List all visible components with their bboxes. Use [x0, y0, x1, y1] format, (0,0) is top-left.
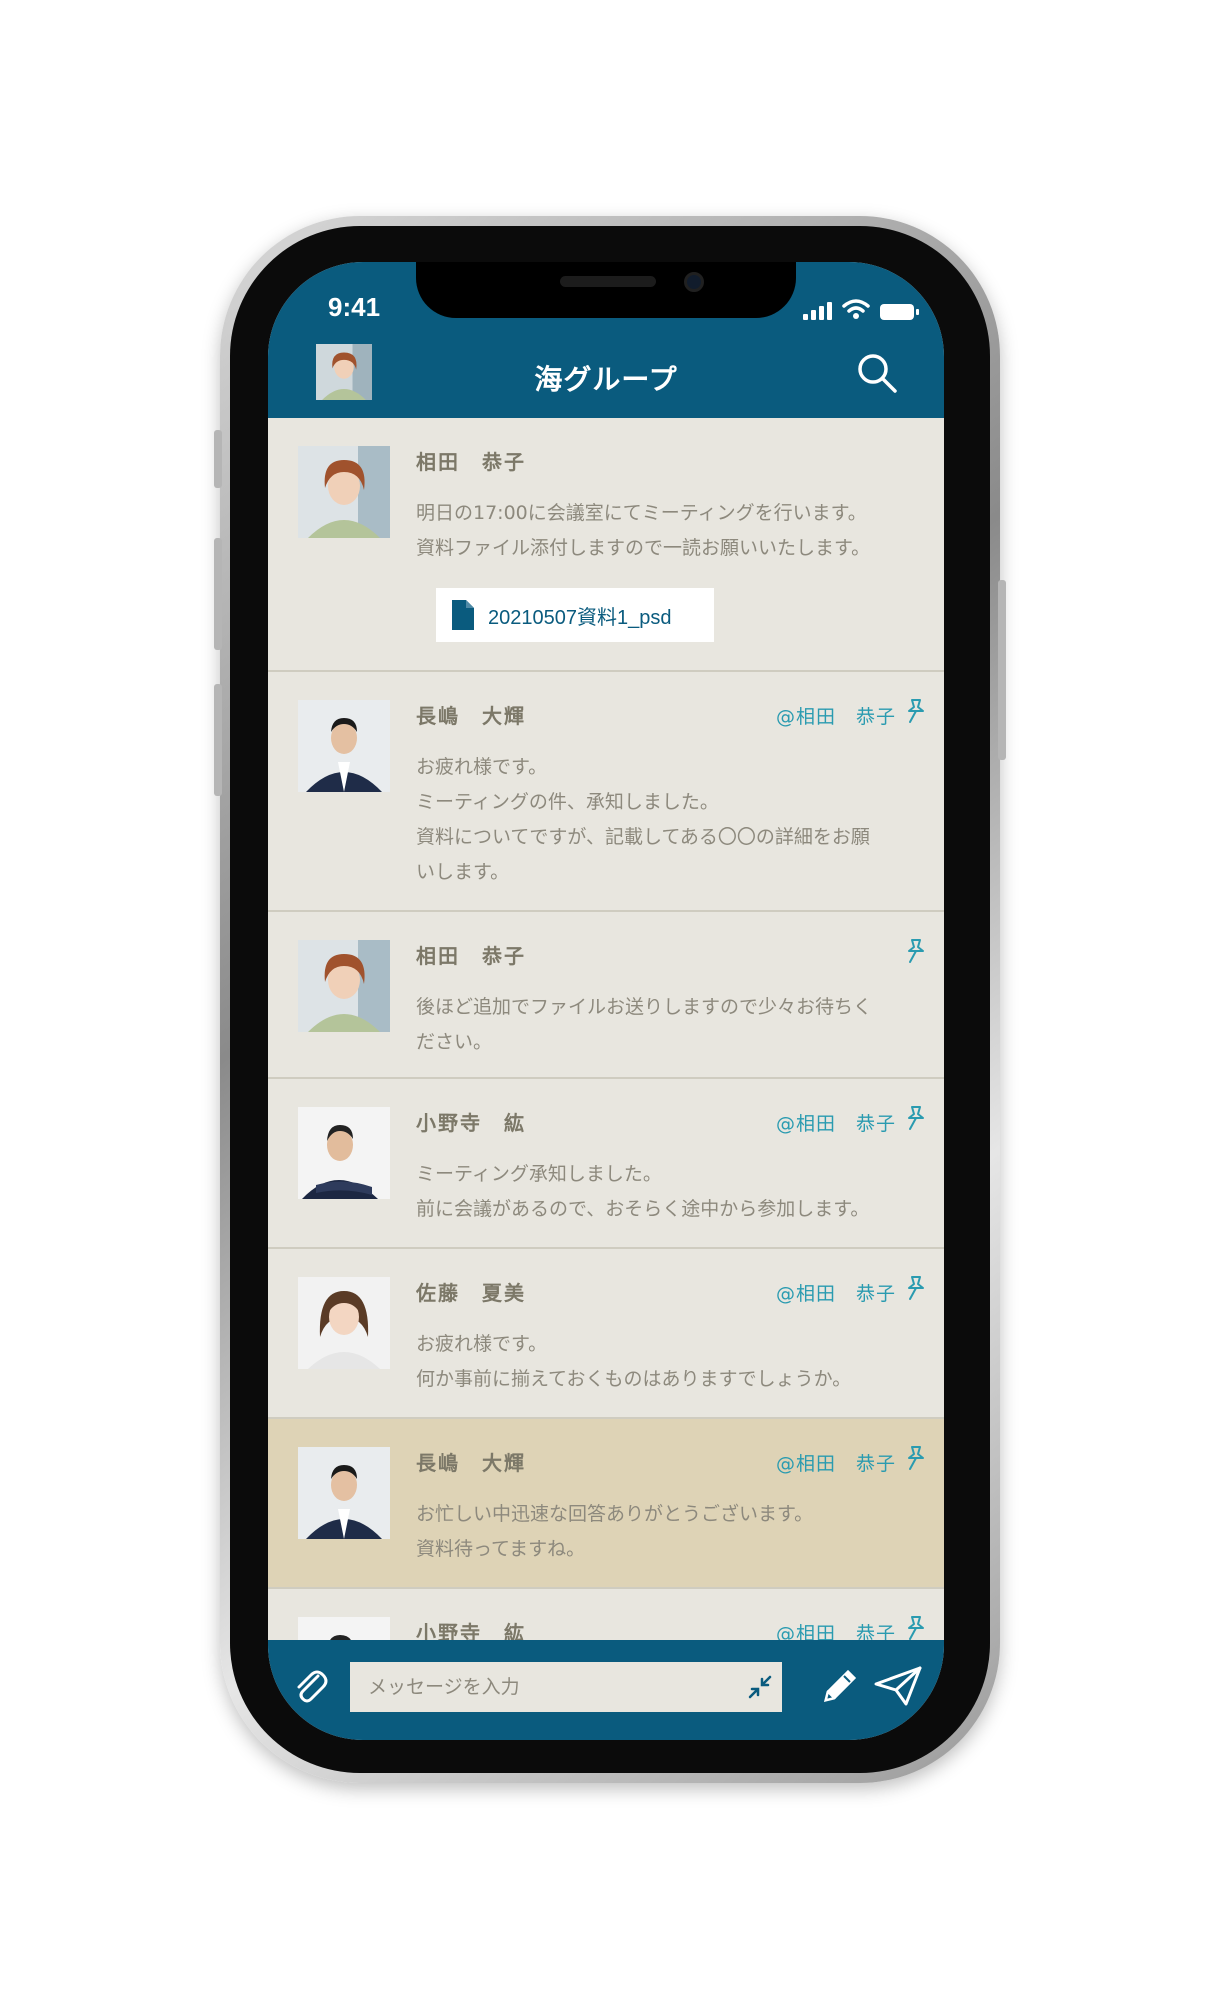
message-item[interactable]: 佐藤 夏美 @相田 恭子 お疲れ様です。 何か事前に揃えておくものはありますでし… [268, 1249, 944, 1419]
message-line: ださい。 [416, 1031, 493, 1053]
message-item[interactable]: 小野寺 紘 @相田 恭子 ミーティング承知しました。 前に会議があるので、おそら… [268, 1079, 944, 1249]
pencil-icon[interactable] [816, 1662, 864, 1710]
message-body: 後ほど追加でファイルお送りしますので少々お待ちく ださい。 [416, 990, 896, 1060]
message-input-box[interactable] [350, 1662, 782, 1712]
message-line: 資料ファイル添付しますので一読お願いいたします。 [416, 537, 871, 559]
sender-name: 相田 恭子 [416, 944, 526, 968]
message-item[interactable]: 長嶋 大輝 @相田 恭子 お疲れ様です。 ミーティングの件、承知しました。 資料… [268, 672, 944, 912]
avatar[interactable] [298, 1447, 390, 1539]
message-line: お忙しい中迅速な回答ありがとうございます。 [416, 1503, 814, 1525]
mention-tag[interactable]: @相田 恭子 [776, 1449, 896, 1476]
message-line: 資料待ってますね。 [416, 1538, 586, 1560]
page-title: 海グループ [534, 363, 678, 396]
message-composer [268, 1640, 944, 1740]
send-icon[interactable] [872, 1662, 924, 1710]
volume-up-button [214, 538, 222, 650]
avatar[interactable] [298, 1617, 390, 1640]
message-body: お疲れ様です。 ミーティングの件、承知しました。 資料についてですが、記載してあ… [416, 750, 896, 890]
volume-down-button [214, 684, 222, 796]
sender-name: 長嶋 大輝 [416, 704, 526, 728]
battery-icon [880, 304, 919, 320]
status-icons [803, 296, 919, 320]
message-line: ミーティングの件、承知しました。 [416, 791, 719, 813]
file-attachment[interactable]: 20210507資料1_psd [436, 588, 714, 642]
pin-icon[interactable] [904, 1275, 928, 1301]
message-line: 明日の17:00に会議室にてミーティングを行います。 [416, 502, 867, 524]
sender-name: 佐藤 夏美 [416, 1281, 526, 1305]
avatar[interactable] [298, 1277, 390, 1369]
message-list[interactable]: 相田 恭子 明日の17:00に会議室にてミーティングを行います。 資料ファイル添… [268, 418, 944, 1640]
sender-name: 小野寺 紘 [416, 1621, 526, 1640]
message-item[interactable]: 小野寺 紘 @相田 恭子 [268, 1589, 944, 1640]
mention-tag[interactable]: @相田 恭子 [776, 1279, 896, 1306]
message-line: 資料についてですが、記載してある〇〇の詳細をお願 [416, 826, 870, 848]
message-item[interactable]: 相田 恭子 明日の17:00に会議室にてミーティングを行います。 資料ファイル添… [268, 418, 944, 672]
shrink-icon[interactable] [748, 1675, 772, 1699]
message-item[interactable]: 相田 恭子 後ほど追加でファイルお送りしますので少々お待ちく ださい。 [268, 912, 944, 1079]
pin-icon[interactable] [904, 938, 928, 964]
mention-tag[interactable]: @相田 恭子 [776, 1109, 896, 1136]
mute-switch [214, 430, 222, 488]
message-line: ミーティング承知しました。 [416, 1163, 662, 1185]
paperclip-icon[interactable] [288, 1664, 332, 1708]
message-item-highlighted[interactable]: 長嶋 大輝 @相田 恭子 お忙しい中迅速な回答ありがとうございます。 資料待って… [268, 1419, 944, 1589]
attachment-filename: 20210507資料1_psd [488, 606, 672, 629]
avatar[interactable] [298, 446, 390, 538]
cellular-signal-icon [803, 300, 832, 320]
avatar[interactable] [298, 700, 390, 792]
notch [416, 262, 796, 318]
message-body: 明日の17:00に会議室にてミーティングを行います。 資料ファイル添付しますので… [416, 496, 896, 566]
app-screen: 9:41 海グループ 相田 恭子 明日の17:00に会議室にてミーティングを行い… [268, 262, 944, 1740]
message-line: いします。 [416, 861, 510, 883]
message-body: お忙しい中迅速な回答ありがとうございます。 資料待ってますね。 [416, 1497, 896, 1567]
power-button [998, 580, 1006, 760]
message-line: 前に会議があるので、おそらく途中から参加します。 [416, 1198, 870, 1220]
status-time: 9:41 [328, 292, 381, 322]
search-icon[interactable] [854, 350, 900, 396]
avatar[interactable] [298, 1107, 390, 1199]
mention-tag[interactable]: @相田 恭子 [776, 1619, 896, 1640]
sender-name: 長嶋 大輝 [416, 1451, 526, 1475]
wifi-icon [842, 299, 870, 319]
pin-icon[interactable] [904, 1445, 928, 1471]
pin-icon[interactable] [904, 698, 928, 724]
message-body: ミーティング承知しました。 前に会議があるので、おそらく途中から参加します。 [416, 1157, 896, 1227]
sender-name: 相田 恭子 [416, 450, 526, 474]
sender-name: 小野寺 紘 [416, 1111, 526, 1135]
message-body: お疲れ様です。 何か事前に揃えておくものはありますでしょうか。 [416, 1327, 896, 1397]
message-line: お疲れ様です。 [416, 1333, 548, 1355]
mention-tag[interactable]: @相田 恭子 [776, 702, 896, 729]
pin-icon[interactable] [904, 1105, 928, 1131]
avatar[interactable] [298, 940, 390, 1032]
message-line: 何か事前に揃えておくものはありますでしょうか。 [416, 1368, 852, 1390]
message-line: お疲れ様です。 [416, 756, 548, 778]
file-icon [452, 600, 474, 630]
pin-icon[interactable] [904, 1615, 928, 1640]
message-input[interactable] [366, 1675, 740, 1699]
message-line: 後ほど追加でファイルお送りしますので少々お待ちく [416, 996, 873, 1018]
